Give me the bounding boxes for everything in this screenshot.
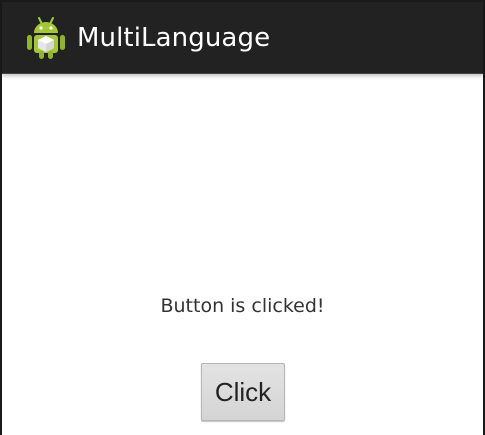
android-robot-icon — [27, 16, 65, 59]
status-text: Button is clicked! — [160, 295, 325, 317]
app-title: MultiLanguage — [77, 22, 271, 53]
click-button[interactable]: Click — [201, 363, 285, 421]
click-button-label: Click — [214, 376, 272, 407]
action-bar: MultiLanguage — [2, 2, 483, 73]
app-window: MultiLanguage Button is clicked! Click — [0, 0, 485, 435]
